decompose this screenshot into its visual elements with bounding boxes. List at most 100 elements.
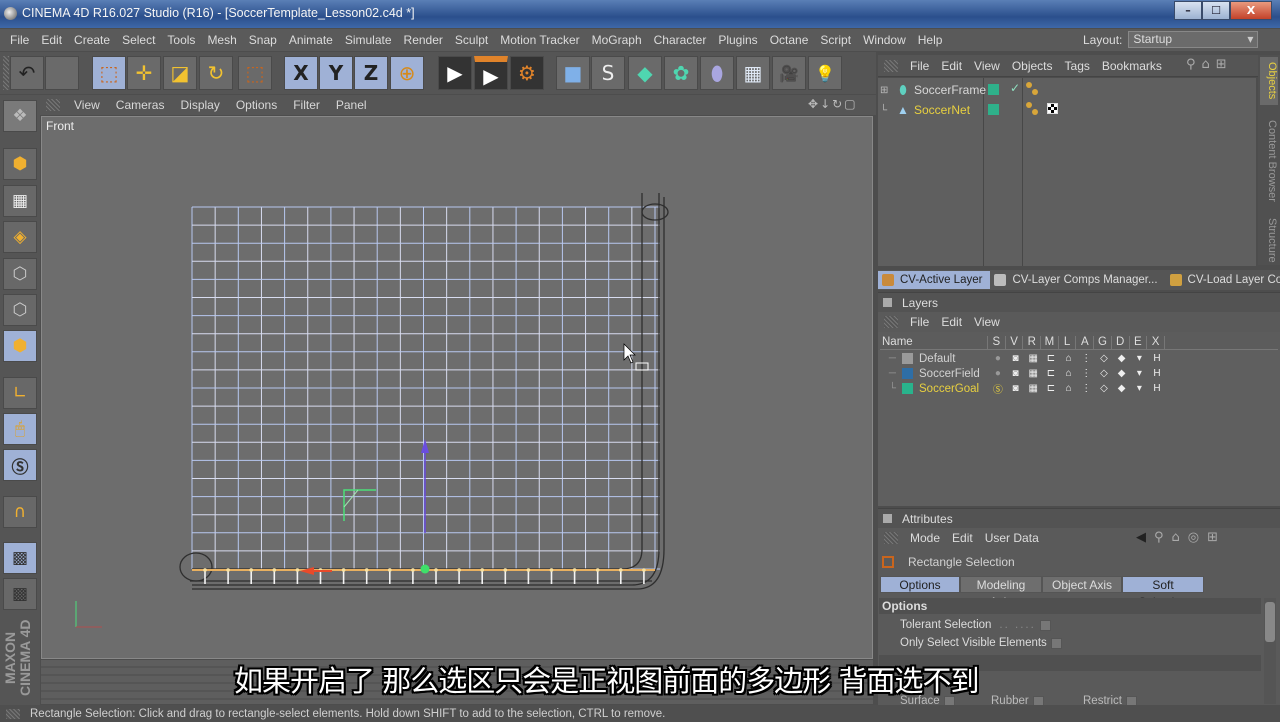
workplane-lock-button[interactable]: ▩: [3, 542, 37, 574]
only-select-visible-checkbox[interactable]: [1050, 637, 1062, 649]
objects-menu-objects[interactable]: Objects: [1006, 59, 1059, 73]
attributes-scrollbar[interactable]: [1264, 598, 1276, 704]
eye-icon[interactable]: ◙: [1007, 383, 1025, 394]
menu-snap[interactable]: Snap: [243, 33, 283, 47]
expression-icon[interactable]: ▾: [1131, 383, 1149, 394]
menu-octane[interactable]: Octane: [764, 33, 815, 47]
undo-button[interactable]: ↶: [10, 56, 44, 90]
objects-menu-view[interactable]: View: [968, 59, 1006, 73]
viewport-menu-display[interactable]: Display: [172, 98, 227, 112]
col-render[interactable]: R: [1023, 336, 1042, 349]
coordinate-system-button[interactable]: ⊕: [390, 56, 424, 90]
camera-button[interactable]: 🎥: [772, 56, 806, 90]
status-grip[interactable]: [6, 708, 20, 719]
tab-modeling-axis[interactable]: Modeling Axis: [960, 576, 1042, 609]
options-section-header[interactable]: Options: [879, 598, 1261, 614]
lock-icon[interactable]: ⌂: [1060, 368, 1078, 379]
minimize-button[interactable]: –: [1174, 1, 1202, 20]
rotate-button[interactable]: ↻: [199, 56, 233, 90]
subdivision-surface-button[interactable]: ◆: [628, 56, 662, 90]
layer-row-soccerfield[interactable]: ─ SoccerField ● ◙ ▦ ⊏ ⌂ ⋮ ◇ ◆ ▾ H: [880, 366, 1278, 381]
scale-button[interactable]: ◪: [163, 56, 197, 90]
search-icon[interactable]: ⚲: [1186, 57, 1202, 72]
side-tab-structure[interactable]: Structure: [1260, 215, 1278, 265]
tolerant-selection-checkbox[interactable]: [1039, 619, 1051, 631]
xref-icon[interactable]: H: [1148, 383, 1166, 394]
col-manager[interactable]: M: [1041, 336, 1059, 349]
solo-mode-button[interactable]: Ⓢ: [3, 449, 37, 481]
attributes-menu-user-data[interactable]: User Data: [979, 531, 1045, 545]
layer-color-swatch[interactable]: [988, 84, 999, 95]
menu-animate[interactable]: Animate: [283, 33, 339, 47]
expression-icon[interactable]: ▾: [1131, 368, 1149, 379]
live-selection-button[interactable]: ⬚: [238, 56, 272, 90]
col-solo[interactable]: S: [988, 336, 1006, 349]
workplane-align-button[interactable]: ▩: [3, 578, 37, 610]
objects-menu-grip[interactable]: [884, 59, 898, 72]
layer-color-swatch[interactable]: [988, 104, 999, 115]
workplane-mode-button[interactable]: ◈: [3, 221, 37, 253]
redo-button[interactable]: [45, 56, 79, 90]
light-button[interactable]: 💡: [808, 56, 842, 90]
rectangle-selection-button[interactable]: ⬚: [92, 56, 126, 90]
layout-dropdown[interactable]: Startup: [1128, 31, 1259, 48]
pan-icon[interactable]: ✥: [808, 97, 820, 111]
render-clapper-icon[interactable]: ▦: [1024, 353, 1042, 364]
orbit-icon[interactable]: ↻: [832, 97, 844, 111]
render-view-button[interactable]: ▶: [438, 56, 472, 90]
menu-character[interactable]: Character: [648, 33, 713, 47]
tab-object-axis[interactable]: Object Axis: [1042, 576, 1122, 593]
cube-button[interactable]: ■: [556, 56, 590, 90]
lock-icon[interactable]: ⌂: [1060, 383, 1078, 394]
move-button[interactable]: ✛: [127, 56, 161, 90]
menu-motion-tracker[interactable]: Motion Tracker: [494, 33, 585, 47]
home-icon[interactable]: ⌂: [1202, 57, 1216, 72]
object-row-soccerframe[interactable]: ⊞ ⬮ SoccerFrame: [880, 81, 1250, 99]
model-mode-button[interactable]: ⬢: [3, 148, 37, 180]
target-icon[interactable]: ◎: [1188, 530, 1207, 545]
x-axis-button[interactable]: X: [284, 56, 318, 90]
col-deformers[interactable]: D: [1112, 336, 1130, 349]
eye-icon[interactable]: ◙: [1007, 368, 1025, 379]
edges-mode-button[interactable]: ⬡: [3, 294, 37, 326]
solo-active-icon[interactable]: Ⓢ: [989, 381, 1007, 396]
layer-row-soccergoal[interactable]: └ SoccerGoal Ⓢ ◙ ▦ ⊏ ⌂ ⋮ ◇ ◆ ▾ H: [880, 381, 1278, 397]
scrollbar-thumb[interactable]: [1265, 602, 1275, 642]
lock-icon[interactable]: ⌂: [1060, 353, 1078, 364]
viewport-menu-options[interactable]: Options: [228, 98, 285, 112]
layers-menu-edit[interactable]: Edit: [935, 315, 968, 329]
animation-icon[interactable]: ⋮: [1077, 368, 1095, 379]
render-clapper-icon[interactable]: ▦: [1024, 383, 1042, 394]
side-tab-content-browser[interactable]: Content Browser: [1260, 111, 1278, 211]
enabled-check-icon[interactable]: ✓: [1010, 81, 1020, 95]
attributes-menu-grip[interactable]: [884, 532, 898, 544]
manager-icon[interactable]: ⊏: [1042, 368, 1060, 379]
object-row-soccernet[interactable]: └ ▲ SoccerNet: [880, 101, 1250, 119]
material-tag-icon[interactable]: [1047, 103, 1058, 114]
attributes-menu-mode[interactable]: Mode: [904, 531, 946, 545]
xref-icon[interactable]: H: [1148, 353, 1166, 364]
viewport-menu-cameras[interactable]: Cameras: [108, 98, 173, 112]
objects-menu-file[interactable]: File: [904, 59, 935, 73]
menu-help[interactable]: Help: [912, 33, 949, 47]
render-clapper-icon[interactable]: ▦: [1024, 368, 1042, 379]
tab-cv-layer-comps-manager[interactable]: CV-Layer Comps Manager...: [990, 271, 1165, 289]
lock-icon[interactable]: ⌂: [1172, 530, 1188, 545]
viewport-menu-panel[interactable]: Panel: [328, 98, 375, 112]
col-locked[interactable]: L: [1059, 336, 1077, 349]
render-picture-viewer-button[interactable]: ▶: [474, 56, 508, 90]
animation-icon[interactable]: ⋮: [1077, 353, 1095, 364]
objects-menu-tags[interactable]: Tags: [1059, 59, 1096, 73]
render-settings-button[interactable]: ⚙: [510, 56, 544, 90]
z-axis-button[interactable]: Z: [354, 56, 388, 90]
eye-icon[interactable]: ◙: [1007, 353, 1025, 364]
layers-menu-file[interactable]: File: [904, 315, 935, 329]
menu-render[interactable]: Render: [398, 33, 449, 47]
floor-button[interactable]: ▦: [736, 56, 770, 90]
toolbar-grip[interactable]: [3, 56, 9, 90]
layer-color-swatch[interactable]: [902, 368, 913, 379]
deformer-icon[interactable]: ◆: [1113, 353, 1131, 364]
deformer-button[interactable]: ⬮: [700, 56, 734, 90]
manager-icon[interactable]: ⊏: [1042, 353, 1060, 364]
expression-icon[interactable]: ▾: [1131, 353, 1149, 364]
